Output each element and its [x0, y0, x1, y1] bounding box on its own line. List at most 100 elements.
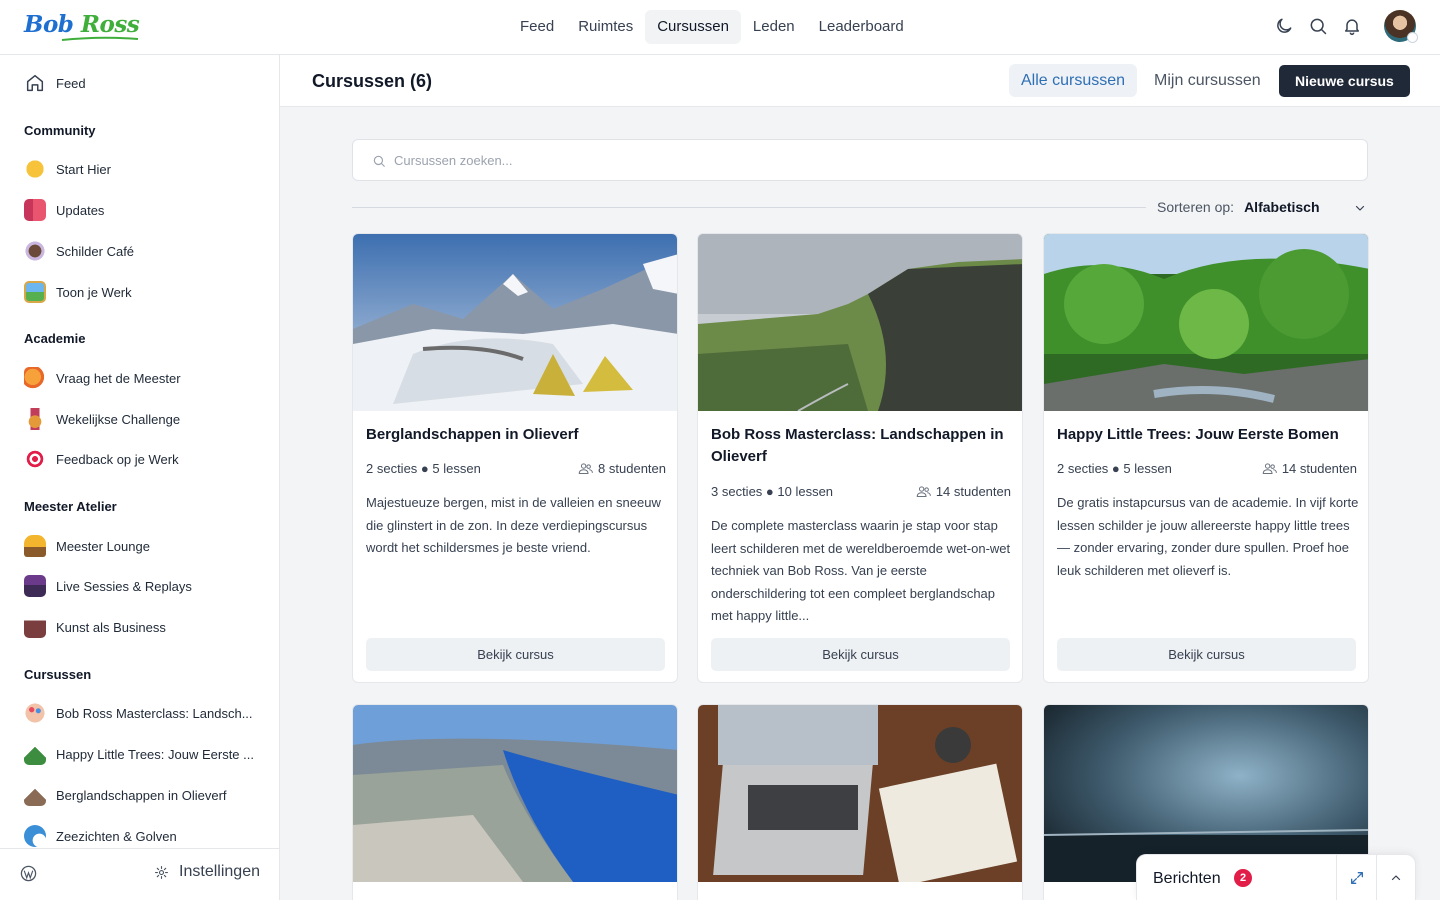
video-camera-icon [24, 575, 46, 597]
tab-all-courses[interactable]: Alle cursussen [1009, 64, 1138, 97]
course-card[interactable] [697, 704, 1023, 900]
sort-dropdown[interactable]: Sorteren op: Alfabetisch [1157, 199, 1365, 215]
sidebar-item-label: Start Hier [56, 161, 111, 177]
sidebar-item-updates[interactable]: Updates [24, 198, 104, 222]
view-course-button[interactable]: Bekijk cursus [1057, 638, 1356, 671]
search-icon[interactable] [1308, 16, 1328, 36]
course-card[interactable] [352, 704, 678, 900]
users-icon [916, 486, 931, 497]
nav-leaderboard[interactable]: Leaderboard [807, 10, 916, 44]
mountain-icon [24, 784, 46, 806]
course-meta: 2 secties ● 5 lessen 8 studenten [366, 461, 666, 476]
sidebar-item-label: Berglandschappen in Olieverf [56, 787, 227, 803]
sidebar-item-label: Toon je Werk [56, 284, 132, 300]
course-search [352, 139, 1368, 181]
course-title[interactable]: Berglandschappen in Olieverf [366, 424, 666, 446]
nav-feed[interactable]: Feed [508, 10, 566, 44]
water-wave-icon [24, 825, 46, 847]
medal-icon [24, 408, 46, 430]
header-actions [1274, 10, 1418, 43]
target-icon [24, 448, 46, 470]
search-icon [373, 155, 385, 167]
settings-button[interactable]: Instellingen [154, 863, 260, 881]
moon-icon[interactable] [1274, 16, 1294, 36]
users-icon [1262, 463, 1277, 474]
divider [1376, 855, 1377, 900]
sort-label: Sorteren op: [1157, 199, 1235, 215]
coffee-icon [24, 240, 46, 262]
sidebar-item-label: Live Sessies & Replays [56, 578, 192, 594]
sidebar-item-toon-je-werk[interactable]: Toon je Werk [24, 280, 132, 304]
new-course-button[interactable]: Nieuwe cursus [1279, 65, 1410, 97]
course-students: 14 studenten [1281, 461, 1357, 476]
nav-leden[interactable]: Leden [741, 10, 807, 44]
course-lessons: 10 lessen [777, 484, 834, 499]
sidebar-item-label: Feedback op je Werk [56, 451, 179, 467]
avatar[interactable] [1384, 10, 1418, 43]
nav-ruimtes[interactable]: Ruimtes [566, 10, 645, 44]
evergreen-tree-icon [24, 743, 46, 765]
sidebar-item-label: Meester Lounge [56, 538, 150, 554]
briefcase-icon [24, 616, 46, 638]
course-lessons: 5 lessen [1123, 461, 1172, 476]
sidebar-section-cursussen: Cursussen [24, 667, 92, 682]
chevron-up-icon[interactable] [1390, 872, 1402, 884]
course-image-fjord [353, 705, 677, 882]
sidebar-item-label: Feed [56, 75, 86, 91]
course-sections: 3 secties [711, 484, 763, 499]
view-course-button[interactable]: Bekijk cursus [711, 638, 1010, 671]
sidebar-item-label: Bob Ross Masterclass: Landsch... [56, 705, 253, 721]
sidebar-item-label: Wekelijkse Challenge [56, 411, 181, 427]
framed-picture-icon [24, 281, 46, 303]
view-course-button[interactable]: Bekijk cursus [366, 638, 665, 671]
sidebar-item-label: Updates [56, 202, 105, 218]
bell-icon[interactable] [1342, 16, 1362, 36]
sidebar-item-course-happy-little-trees[interactable]: Happy Little Trees: Jouw Eerste ... [24, 742, 254, 766]
sidebar-item-label: Kunst als Business [56, 619, 166, 635]
logo-text-ross: Ross [80, 11, 140, 38]
course-sections: 2 secties [1057, 461, 1109, 476]
sidebar-item-kunst-als-business[interactable]: Kunst als Business [24, 615, 166, 639]
sidebar-item-start-hier[interactable]: Start Hier [24, 157, 111, 181]
course-card[interactable]: Berglandschappen in Olieverf 2 secties ●… [352, 233, 678, 683]
sidebar-item-live-sessies[interactable]: Live Sessies & Replays [24, 574, 192, 598]
sidebar-item-feedback-op-je-werk[interactable]: Feedback op je Werk [24, 447, 179, 471]
sidebar-item-meester-lounge[interactable]: Meester Lounge [24, 534, 150, 558]
course-sections: 2 secties [366, 461, 418, 476]
sidebar-item-vraag-het-de-meester[interactable]: Vraag het de Meester [24, 366, 181, 390]
course-image-mountains [353, 234, 677, 411]
course-image-cliffs [698, 234, 1022, 411]
sidebar-item-schilder-cafe[interactable]: Schilder Café [24, 239, 134, 263]
course-card[interactable]: Happy Little Trees: Jouw Eerste Bomen 2 … [1043, 233, 1369, 683]
messages-panel[interactable]: Berichten 2 [1136, 854, 1416, 900]
home-icon [26, 74, 44, 92]
brand-logo[interactable]: Bob Ross [24, 11, 140, 41]
sidebar-item-label: Schilder Café [56, 243, 135, 259]
sidebar-item-wekelijkse-challenge[interactable]: Wekelijkse Challenge [24, 407, 180, 431]
course-students: 8 studenten [598, 461, 666, 476]
sidebar: Feed Community Start Hier Updates Schild… [0, 55, 280, 900]
nav-cursussen[interactable]: Cursussen [645, 10, 741, 44]
sidebar-item-feed[interactable]: Feed [24, 71, 86, 95]
messages-label: Berichten [1153, 870, 1221, 887]
divider [1336, 855, 1337, 900]
users-icon [578, 463, 593, 474]
sidebar-section-academie: Academie [24, 331, 86, 346]
course-card[interactable]: Bob Ross Masterclass: Landschappen in Ol… [697, 233, 1023, 683]
logo-text-bob: Bob [24, 11, 74, 38]
gear-icon [155, 865, 169, 879]
wordpress-icon[interactable] [20, 865, 37, 882]
sidebar-item-course-masterclass[interactable]: Bob Ross Masterclass: Landsch... [24, 701, 253, 725]
course-meta: 2 secties ● 5 lessen 14 studenten [1057, 461, 1357, 476]
tab-my-courses[interactable]: Mijn cursussen [1142, 64, 1273, 97]
course-image-desk [698, 705, 1022, 882]
sidebar-item-course-zeezichten[interactable]: Zeezichten & Golven [24, 824, 177, 848]
course-description: De complete masterclass waarin je stap v… [711, 518, 1011, 623]
artist-palette-icon [24, 702, 46, 724]
top-bar: Bob Ross Feed Ruimtes Cursussen Leden Le… [0, 0, 1440, 55]
expand-icon[interactable] [1349, 870, 1365, 886]
search-input[interactable] [394, 150, 1294, 170]
course-title[interactable]: Happy Little Trees: Jouw Eerste Bomen [1057, 424, 1357, 446]
course-title[interactable]: Bob Ross Masterclass: Landschappen in Ol… [711, 424, 1011, 468]
sidebar-item-course-berglandschappen[interactable]: Berglandschappen in Olieverf [24, 783, 227, 807]
